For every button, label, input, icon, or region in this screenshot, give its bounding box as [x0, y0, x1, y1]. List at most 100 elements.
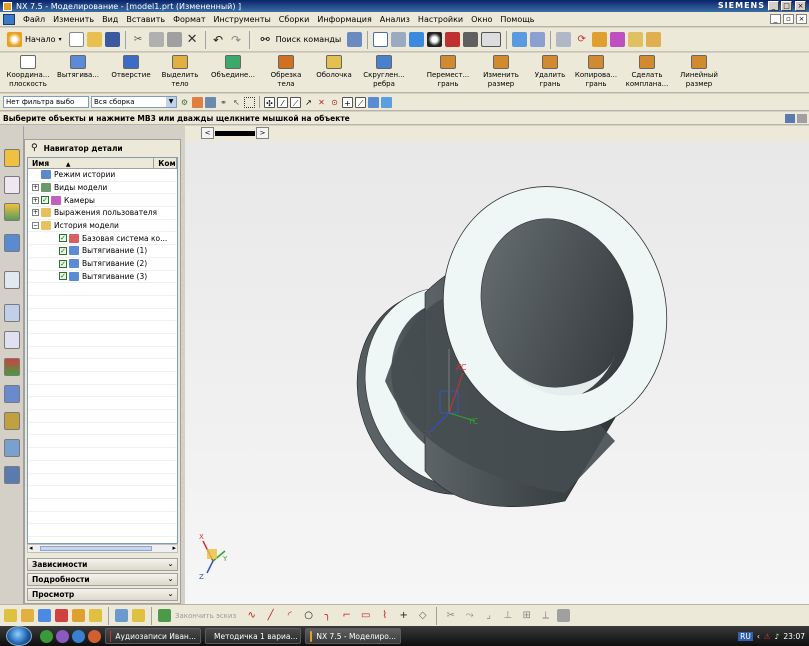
edit-object-icon[interactable]: [610, 32, 626, 47]
type-filter-select[interactable]: Нет фильтра выбо: [3, 96, 89, 108]
system-scenes-icon[interactable]: [4, 439, 20, 457]
shaded-icon[interactable]: [463, 32, 479, 47]
ruler-icon[interactable]: [628, 32, 644, 47]
taskbar-item-audio[interactable]: Аудиозаписи Иван...: [105, 628, 201, 644]
taskbar-item-document[interactable]: Методичка 1 вариа...: [205, 628, 301, 644]
tree-row[interactable]: − История модели: [28, 220, 177, 233]
profile-icon[interactable]: ∿: [244, 608, 259, 623]
collapse-icon[interactable]: −: [32, 222, 39, 230]
ie-icon[interactable]: [72, 629, 85, 643]
rectangle-select-icon[interactable]: [244, 96, 255, 108]
scroll-right-icon[interactable]: ▸: [172, 544, 176, 552]
maximize-button[interactable]: □: [781, 1, 792, 11]
volume-icon[interactable]: ♪: [775, 632, 780, 641]
quick-trim-icon[interactable]: ✂: [443, 608, 458, 623]
menu-tools[interactable]: Инструменты: [210, 15, 275, 24]
status-icon[interactable]: [797, 114, 807, 123]
mid-point-icon[interactable]: ⟋: [290, 96, 301, 108]
part-navigator-icon[interactable]: [4, 203, 20, 221]
language-indicator[interactable]: RU: [738, 631, 753, 641]
tree-row[interactable]: + Виды модели: [28, 182, 177, 195]
sketch-icon[interactable]: [4, 609, 17, 622]
palettes-icon[interactable]: [4, 466, 20, 484]
checkmark-icon[interactable]: ✓: [41, 196, 49, 205]
feature-icon[interactable]: [38, 609, 51, 622]
assembly-navigator-icon[interactable]: [4, 149, 20, 167]
minimize-button[interactable]: _: [768, 1, 779, 11]
measure-icon[interactable]: [556, 32, 572, 47]
fillet-icon[interactable]: ╮: [320, 608, 335, 623]
process-studio-icon[interactable]: [4, 358, 20, 376]
menu-help[interactable]: Помощь: [496, 15, 538, 24]
tab-prev-arrow[interactable]: <: [201, 127, 214, 139]
column-name[interactable]: Имя ▲: [28, 158, 155, 168]
offset-curve-icon[interactable]: ◇: [415, 608, 430, 623]
start-button[interactable]: Начало ▾: [3, 30, 66, 49]
point-on-face-icon[interactable]: [368, 96, 379, 108]
analysis-icon[interactable]: ⟳: [574, 32, 589, 47]
tree-row[interactable]: ✓ Вытягивание (3): [28, 271, 177, 284]
feature-button[interactable]: Копирова... грань: [574, 53, 618, 93]
menu-window[interactable]: Окно: [467, 15, 496, 24]
details-panel[interactable]: Подробности ⌄: [27, 573, 178, 586]
checkmark-icon[interactable]: ✓: [59, 272, 67, 281]
constraint-icon[interactable]: [55, 609, 68, 622]
firefox-icon[interactable]: [88, 629, 101, 643]
windows-start-button[interactable]: [6, 626, 32, 646]
line-icon[interactable]: ╱: [263, 608, 278, 623]
undo-icon[interactable]: ↶: [211, 32, 226, 47]
open-folder-icon[interactable]: [86, 32, 102, 47]
menu-preferences[interactable]: Настройки: [414, 15, 467, 24]
reuse-library-icon[interactable]: [4, 234, 20, 252]
doc-minimize-button[interactable]: _: [770, 14, 781, 24]
layer-icon[interactable]: [530, 32, 546, 47]
feature-button[interactable]: Перемест... грань: [424, 53, 472, 93]
menu-assemblies[interactable]: Сборки: [275, 15, 314, 24]
wcs-icon[interactable]: [512, 32, 528, 47]
tree-row[interactable]: Режим истории: [28, 169, 177, 182]
feature-button[interactable]: Изменить размер: [478, 53, 524, 93]
finish-sketch-icon[interactable]: [158, 609, 171, 622]
inspect-icon[interactable]: [115, 609, 128, 622]
cube-view-icon[interactable]: [409, 32, 425, 47]
menu-format[interactable]: Формат: [169, 15, 209, 24]
feature-button[interactable]: Выделить тело: [158, 53, 202, 93]
tree-row[interactable]: ✓ Базовая система ко...: [28, 232, 177, 246]
orient-view-icon[interactable]: [391, 32, 407, 47]
expand-icon[interactable]: +: [32, 184, 39, 192]
feature-button[interactable]: Сделать компланa...: [624, 53, 670, 93]
constraint-navigator-icon[interactable]: [4, 176, 20, 194]
cut-icon[interactable]: ✂: [131, 32, 146, 47]
delete-icon[interactable]: ✕: [185, 32, 200, 47]
arc-icon[interactable]: ◜: [282, 608, 297, 623]
render-style-icon[interactable]: [427, 32, 443, 47]
system-materials-icon[interactable]: [4, 331, 20, 349]
bounded-grid-icon[interactable]: [381, 96, 392, 108]
feature-button[interactable]: Вытягива...: [56, 53, 100, 93]
control-point-icon[interactable]: ↗: [303, 97, 314, 108]
roles-icon[interactable]: [4, 412, 20, 430]
pencil-icon[interactable]: [646, 32, 662, 47]
tree-row[interactable]: + ✓ Камеры: [28, 194, 177, 208]
redo-icon[interactable]: ↷: [229, 32, 244, 47]
menu-information[interactable]: Информация: [313, 15, 375, 24]
manufacturing-wizards-icon[interactable]: [4, 385, 20, 403]
hd3d-tools-icon[interactable]: [4, 271, 20, 289]
arc-center-icon[interactable]: ⊙: [329, 97, 340, 108]
column-comment[interactable]: Комм: [154, 158, 177, 168]
scrollbar-thumb[interactable]: [40, 546, 152, 551]
expand-icon[interactable]: +: [32, 196, 39, 204]
section-view-icon[interactable]: [445, 32, 461, 47]
close-button[interactable]: ×: [795, 1, 806, 11]
save-icon[interactable]: [104, 32, 120, 47]
rectangle-icon[interactable]: ▭: [358, 608, 373, 623]
dimension-icon[interactable]: [72, 609, 85, 622]
enable-snap-icon[interactable]: ✣: [264, 96, 275, 108]
filter-icon[interactable]: ⚙: [179, 97, 190, 108]
mirror-icon[interactable]: ⊞: [519, 608, 534, 623]
point-on-curve-icon[interactable]: ⟋: [355, 96, 366, 108]
feature-button[interactable]: Линейный размер: [676, 53, 722, 93]
auto-constrain-icon[interactable]: ⟂: [538, 608, 553, 623]
tab-model1[interactable]: [215, 130, 255, 136]
checkmark-icon[interactable]: ✓: [59, 259, 67, 268]
